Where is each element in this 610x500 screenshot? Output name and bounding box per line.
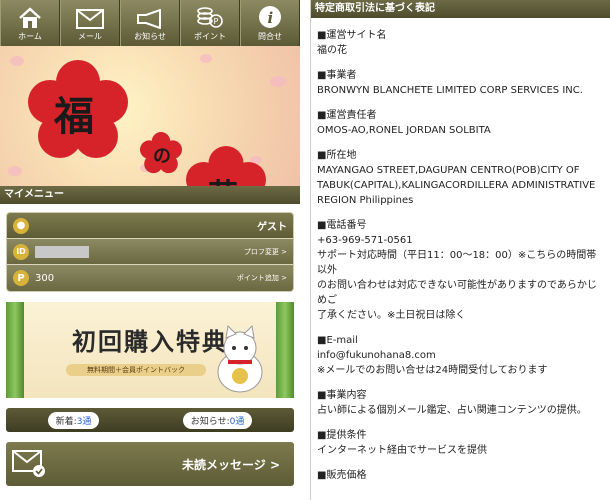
legal-label-site: ■運営サイト名 bbox=[317, 30, 387, 41]
legal-label-conditions: ■提供条件 bbox=[317, 430, 367, 441]
masked-user-id bbox=[35, 245, 89, 258]
nav-mail-label: メール bbox=[78, 32, 102, 41]
lucky-cat-icon bbox=[217, 324, 263, 393]
legal-label-business: ■事業内容 bbox=[317, 390, 367, 401]
legal-value-phone: +63-969-571-0561 サポート対応時間（平日11：00〜18：00）… bbox=[317, 235, 597, 321]
legal-label-address: ■所在地 bbox=[317, 150, 357, 161]
legal-value-address: MAYANGAO STREET,DAGUPAN CENTRO(POB)CITY … bbox=[317, 165, 596, 206]
new-count-pill[interactable]: 新着:3通 bbox=[47, 411, 100, 429]
guest-row[interactable]: ● ゲスト bbox=[7, 213, 293, 239]
banner-char-fuku: 福 bbox=[54, 93, 94, 140]
coins-icon: P bbox=[197, 7, 223, 28]
legal-label-price: ■販売価格 bbox=[317, 470, 367, 481]
legal-value-conditions: インターネット経由でサービスを提供 bbox=[317, 445, 487, 456]
banner-char-hana: 花 bbox=[208, 170, 238, 186]
new-count-value: 3通 bbox=[76, 416, 92, 427]
svg-text:P: P bbox=[214, 17, 219, 26]
id-icon: ID bbox=[13, 243, 29, 260]
home-icon bbox=[19, 7, 41, 28]
top-nav: ホーム メール お知らせ P ポイント i 問合せ bbox=[0, 0, 300, 46]
left-panel: ホーム メール お知らせ P ポイント i 問合せ 福 の マイメニュー ● ゲ… bbox=[0, 0, 300, 500]
first-purchase-banner[interactable]: 初回購入特典 無料期間＋会員ポイントバック bbox=[6, 302, 294, 398]
message-counts-bar: 新着:3通 お知らせ:0通 bbox=[6, 408, 294, 432]
promo-subtitle: 無料期間＋会員ポイントバック bbox=[66, 364, 206, 376]
legal-value-business: 占い師による個別メール鑑定、占い関連コンテンツの提供。 bbox=[317, 405, 587, 416]
guest-label: ゲスト bbox=[257, 222, 287, 233]
points-row[interactable]: P 300 ポイント追加 > bbox=[7, 265, 293, 291]
nav-mail[interactable]: メール bbox=[60, 0, 120, 46]
notice-count-label: お知らせ: bbox=[190, 416, 230, 427]
legal-label-phone: ■電話番号 bbox=[317, 220, 367, 231]
notice-count-value: 0通 bbox=[229, 416, 245, 427]
legal-label-company: ■事業者 bbox=[317, 70, 357, 81]
nav-points-label: ポイント bbox=[194, 32, 226, 41]
panel-divider bbox=[300, 0, 310, 500]
nav-contact-label: 問合せ bbox=[258, 32, 282, 41]
legal-title: 特定商取引法に基づく表記 bbox=[311, 0, 610, 18]
legal-value-manager: OMOS-AO,RONEL JORDAN SOLBITA bbox=[317, 125, 491, 136]
right-panel: 特定商取引法に基づく表記 ■運営サイト名 福の花 ■事業者 BRONWYN BL… bbox=[310, 0, 610, 500]
new-count-label: 新着: bbox=[55, 416, 77, 427]
nav-home[interactable]: ホーム bbox=[0, 0, 60, 46]
points-icon: P bbox=[13, 270, 29, 286]
legal-label-manager: ■運営責任者 bbox=[317, 110, 377, 121]
legal-value-site: 福の花 bbox=[317, 45, 347, 56]
nav-contact[interactable]: i 問合せ bbox=[240, 0, 300, 46]
points-add-link[interactable]: ポイント追加 > bbox=[237, 273, 287, 283]
envelope-check-icon bbox=[12, 450, 45, 477]
mymenu-box: ● ゲスト ID プロフ変更 > P 300 ポイント追加 > bbox=[6, 212, 294, 292]
nav-points[interactable]: P ポイント bbox=[180, 0, 240, 46]
nav-news[interactable]: お知らせ bbox=[120, 0, 180, 46]
legal-label-email: ■E-mail bbox=[317, 335, 358, 346]
hero-banner: 福 の 花 bbox=[0, 46, 300, 186]
profile-edit-link[interactable]: プロフ変更 > bbox=[244, 247, 287, 257]
nav-home-label: ホーム bbox=[18, 32, 42, 41]
points-value: 300 bbox=[35, 272, 55, 284]
info-icon: i bbox=[259, 6, 281, 28]
unread-messages-label: 未読メッセージ > bbox=[182, 457, 280, 472]
legal-value-email: info@fukunohana8.com ※メールでのお問い合せは24時間受付し… bbox=[317, 350, 548, 376]
id-row[interactable]: ID プロフ変更 > bbox=[7, 239, 293, 265]
legal-value-company: BRONWYN BLANCHETE LIMITED CORP SERVICES … bbox=[317, 85, 583, 96]
mymenu-title: マイメニュー bbox=[0, 186, 300, 204]
legal-body: ■運営サイト名 福の花 ■事業者 BRONWYN BLANCHETE LIMIT… bbox=[311, 18, 610, 483]
svg-text:i: i bbox=[268, 9, 274, 27]
mail-icon bbox=[76, 9, 104, 29]
nav-news-label: お知らせ bbox=[134, 32, 166, 41]
megaphone-icon bbox=[137, 9, 161, 29]
notice-count-pill[interactable]: お知らせ:0通 bbox=[182, 411, 253, 429]
user-icon: ● bbox=[13, 217, 29, 234]
unread-messages-button[interactable]: 未読メッセージ > bbox=[6, 442, 294, 486]
banner-char-no: の bbox=[153, 146, 171, 167]
